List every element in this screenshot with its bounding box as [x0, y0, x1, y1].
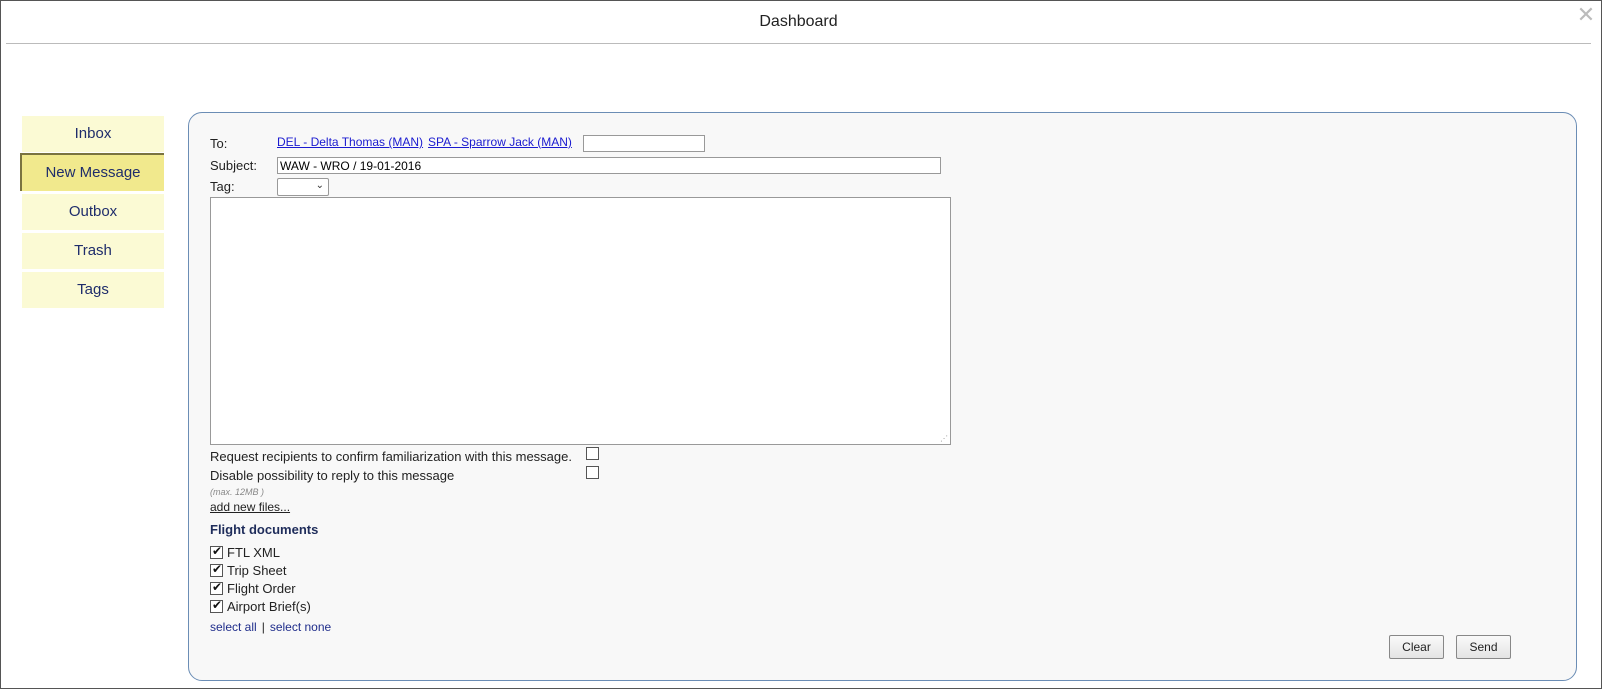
to-label: To:	[210, 136, 228, 151]
new-message-panel: To: DEL - Delta Thomas (MAN) SPA - Sparro…	[188, 112, 1577, 681]
close-icon[interactable]: ✕	[1575, 5, 1597, 27]
flight-documents-title: Flight documents	[210, 522, 319, 537]
flight-doc-checkbox[interactable]	[210, 598, 223, 613]
select-all-link[interactable]: select all	[210, 620, 257, 634]
tag-label: Tag:	[210, 179, 235, 194]
sidebar-item-inbox[interactable]: Inbox	[22, 116, 164, 152]
max-size-note: (max. 12MB )	[210, 487, 265, 497]
tag-select[interactable]: ⌄	[277, 178, 329, 196]
flight-doc-label: Trip Sheet	[227, 563, 287, 578]
flight-doc-checkbox[interactable]	[210, 580, 223, 595]
confirm-familiarization-checkbox[interactable]	[586, 447, 599, 460]
dashboard-window: Dashboard ✕ Inbox New Message Outbox Tra…	[0, 0, 1602, 689]
window-title: Dashboard	[759, 13, 838, 30]
flight-doc-label: FTL XML	[227, 545, 280, 560]
recipients-list: DEL - Delta Thomas (MAN) SPA - Sparrow Ja…	[277, 135, 577, 153]
to-input[interactable]	[583, 135, 705, 152]
disable-reply-checkbox[interactable]	[586, 466, 599, 479]
sidebar-item-outbox[interactable]: Outbox	[22, 194, 164, 230]
clear-button[interactable]: Clear	[1389, 635, 1444, 659]
message-body-textarea[interactable]: ⋰	[210, 197, 951, 445]
select-none-link[interactable]: select none	[270, 620, 331, 634]
recipient-chip[interactable]: DEL - Delta Thomas (MAN)	[277, 135, 423, 149]
subject-input[interactable]	[277, 157, 941, 174]
chevron-down-icon: ⌄	[315, 180, 324, 191]
sidebar-item-new-message[interactable]: New Message	[20, 153, 164, 191]
title-bar: Dashboard	[6, 1, 1591, 44]
recipient-chip[interactable]: SPA - Sparrow Jack (MAN)	[428, 135, 572, 149]
flight-doc-label: Airport Brief(s)	[227, 599, 311, 614]
select-links: select all | select none	[210, 620, 331, 634]
select-separator: |	[261, 620, 265, 634]
disable-reply-label: Disable possibility to reply to this mes…	[210, 468, 455, 483]
confirm-familiarization-label: Request recipients to confirm familiariz…	[210, 449, 572, 464]
flight-doc-label: Flight Order	[227, 581, 296, 596]
flight-doc-checkbox[interactable]	[210, 544, 223, 559]
subject-label: Subject:	[210, 158, 257, 173]
resize-handle-icon[interactable]: ⋰	[940, 434, 948, 443]
send-button[interactable]: Send	[1456, 635, 1511, 659]
add-files-link[interactable]: add new files...	[210, 500, 290, 514]
flight-doc-checkbox[interactable]	[210, 562, 223, 577]
sidebar-item-tags[interactable]: Tags	[22, 272, 164, 308]
sidebar-item-trash[interactable]: Trash	[22, 233, 164, 269]
